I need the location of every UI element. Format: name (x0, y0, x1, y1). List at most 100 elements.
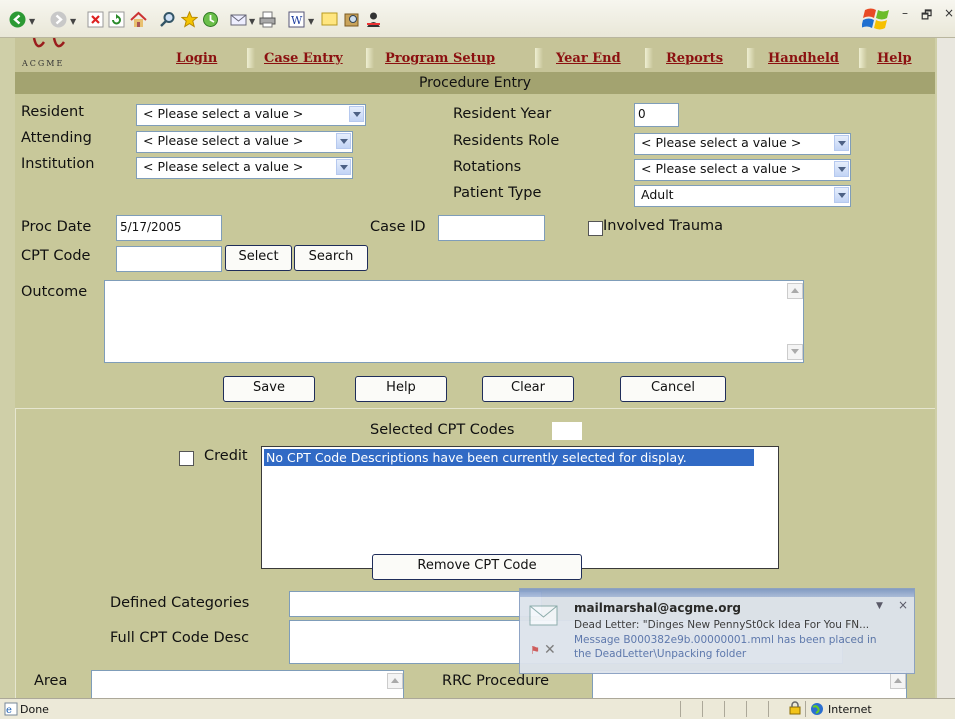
close-button[interactable]: × (944, 6, 954, 20)
search-icon[interactable] (159, 11, 176, 28)
area-textarea[interactable] (91, 670, 404, 700)
outcome-textarea[interactable] (104, 280, 804, 363)
credit-checkbox[interactable] (179, 451, 194, 466)
defined-categories-input[interactable] (289, 591, 542, 617)
status-divider (724, 701, 725, 717)
svg-text:W: W (291, 14, 303, 27)
close-icon[interactable]: × (898, 598, 908, 612)
chevron-down-icon[interactable] (349, 106, 364, 122)
edit-word-icon[interactable]: W (288, 11, 305, 28)
patient-type-select[interactable]: Adult (634, 185, 851, 207)
home-icon[interactable] (130, 11, 147, 28)
chevron-down-icon[interactable] (336, 159, 351, 175)
favorites-icon[interactable] (181, 11, 198, 28)
nav-link-year-end[interactable]: Year End (556, 51, 621, 66)
proc-date-input[interactable]: 5/17/2005 (116, 215, 222, 241)
area-scrollbar[interactable] (386, 671, 403, 699)
messenger-icon[interactable] (365, 11, 382, 28)
rotations-label: Rotations (453, 159, 522, 175)
scroll-up-icon[interactable] (387, 673, 403, 689)
restore-button[interactable]: 🗗 (921, 6, 932, 27)
flag-icon[interactable]: ⚑ (530, 644, 540, 657)
forward-dropdown-icon[interactable]: ▼ (70, 17, 76, 26)
chevron-down-icon[interactable] (834, 161, 849, 177)
internet-zone-icon (810, 702, 824, 719)
forward-icon[interactable] (50, 11, 67, 28)
page-scrollbar[interactable] (937, 38, 955, 698)
resident-select[interactable]: < Please select a value > (136, 104, 366, 126)
acgme-logo-icon (32, 37, 72, 58)
involved-trauma-checkbox[interactable] (588, 221, 603, 236)
nav-separator (366, 48, 374, 68)
scroll-down-icon[interactable] (787, 344, 803, 360)
options-dropdown-icon[interactable]: ▼ (876, 601, 883, 611)
case-id-input[interactable] (438, 215, 545, 241)
search-button[interactable]: Search (294, 245, 368, 271)
cpt-code-list[interactable]: No CPT Code Descriptions have been curre… (261, 446, 779, 569)
residents-role-select[interactable]: < Please select a value > (634, 133, 851, 155)
toast-subject: Dead Letter: "Dinges New PennySt0ck Idea… (574, 619, 870, 631)
nav-link-program-setup[interactable]: Program Setup (385, 51, 495, 66)
attending-label: Attending (21, 130, 92, 146)
resident-year-label: Resident Year (453, 106, 552, 122)
chevron-down-icon[interactable] (834, 135, 849, 151)
nav-separator (747, 48, 755, 68)
select-button[interactable]: Select (225, 245, 292, 271)
nav-link-case-entry[interactable]: Case Entry (264, 51, 343, 66)
nav-link-reports[interactable]: Reports (666, 51, 723, 66)
remove-cpt-code-button[interactable]: Remove CPT Code (372, 554, 582, 580)
back-icon[interactable] (9, 11, 26, 28)
minimize-button[interactable]: – (902, 6, 908, 20)
history-icon[interactable] (202, 11, 219, 28)
clear-button[interactable]: Clear (482, 376, 574, 402)
institution-select-value: < Please select a value > (143, 159, 304, 174)
rrc-scrollbar[interactable] (889, 671, 906, 699)
outcome-scrollbar[interactable] (786, 281, 803, 362)
print-icon[interactable] (259, 11, 276, 28)
toast-message-line1: Message B000382e9b.00000001.mml has been… (574, 634, 877, 646)
discuss-icon[interactable] (321, 11, 338, 28)
save-button[interactable]: Save (223, 376, 315, 402)
status-divider (746, 701, 747, 717)
proc-date-label: Proc Date (21, 219, 92, 235)
mail-icon[interactable] (230, 11, 247, 28)
page-title: Procedure Entry (15, 72, 935, 94)
back-dropdown-icon[interactable]: ▼ (29, 17, 35, 26)
cpt-code-input[interactable] (116, 246, 222, 272)
nav-separator (535, 48, 543, 68)
edit-dropdown-icon[interactable]: ▼ (308, 17, 314, 26)
rrc-procedure-textarea[interactable] (592, 670, 907, 700)
scroll-up-icon[interactable] (890, 673, 906, 689)
resident-year-input[interactable]: 0 (634, 103, 679, 127)
resident-select-value: < Please select a value > (143, 106, 304, 121)
scroll-up-icon[interactable] (787, 283, 803, 299)
status-bar: e Done Internet (0, 698, 955, 719)
attending-select[interactable]: < Please select a value > (136, 131, 353, 153)
refresh-icon[interactable] (108, 11, 125, 28)
nav-separator (247, 48, 255, 68)
selected-cpt-count (552, 422, 582, 440)
mail-notification-toast[interactable]: mailmarshal@acgme.org Dead Letter: "Ding… (519, 588, 915, 674)
mail-dropdown-icon[interactable]: ▼ (249, 17, 255, 26)
stop-icon[interactable] (87, 11, 104, 28)
nav-link-login[interactable]: Login (176, 51, 217, 66)
page-left-margin (0, 38, 15, 698)
toast-message-line2: the DeadLetter\Unpacking folder (574, 648, 747, 660)
resident-label: Resident (21, 104, 84, 120)
toast-drag-handle[interactable] (520, 589, 914, 597)
research-icon[interactable] (343, 11, 360, 28)
nav-separator (859, 48, 867, 68)
chevron-down-icon[interactable] (336, 133, 351, 149)
list-item[interactable]: No CPT Code Descriptions have been curre… (264, 449, 754, 466)
delete-icon[interactable]: ✕ (544, 642, 556, 658)
nav-link-handheld[interactable]: Handheld (768, 51, 839, 66)
institution-select[interactable]: < Please select a value > (136, 157, 353, 179)
chevron-down-icon[interactable] (834, 187, 849, 203)
status-divider (702, 701, 703, 717)
cancel-button[interactable]: Cancel (620, 376, 726, 402)
nav-link-help[interactable]: Help (877, 51, 912, 66)
rotations-select[interactable]: < Please select a value > (634, 159, 851, 181)
rrc-procedure-label: RRC Procedure (442, 673, 550, 689)
help-button[interactable]: Help (355, 376, 447, 402)
acgme-logo-text: ACGME (22, 59, 65, 68)
